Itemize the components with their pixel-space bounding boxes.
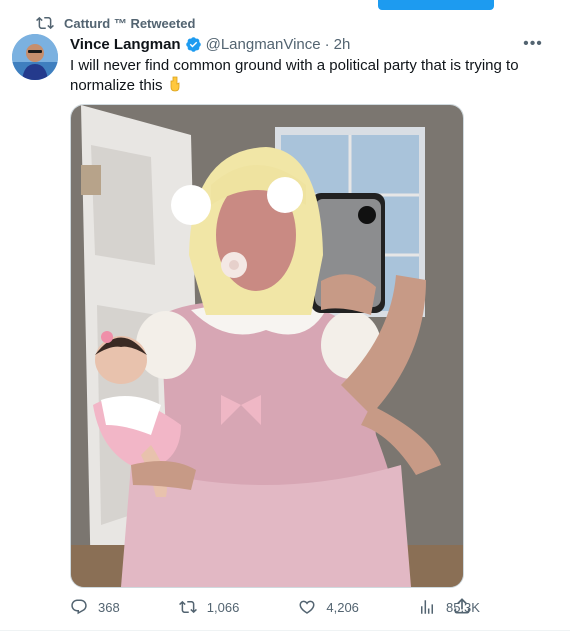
tweet-text: I will never find common ground with a p… xyxy=(70,56,540,96)
retweet-banner-text: Catturd ™ Retweeted xyxy=(64,15,196,31)
reply-button[interactable]: 368 xyxy=(70,598,120,616)
retweet-count: 1,066 xyxy=(206,599,240,615)
retweet-icon xyxy=(36,16,54,30)
author-name[interactable]: Vince Langman xyxy=(70,36,181,53)
divider xyxy=(0,630,570,631)
like-count: 4,206 xyxy=(326,599,359,615)
tweet-header: Vince Langman @LangmanVince · 2h xyxy=(70,34,530,54)
tweet-actions: 368 1,066 4,206 85.3K xyxy=(70,594,480,620)
avatar[interactable] xyxy=(12,34,58,80)
reply-icon xyxy=(71,599,87,615)
retweet-banner[interactable]: Catturd ™ Retweeted xyxy=(36,14,195,32)
more-icon[interactable]: ••• xyxy=(520,34,546,54)
heart-icon xyxy=(299,600,315,614)
tweet-media-photo[interactable] xyxy=(70,104,464,588)
retweet-button[interactable]: 1,066 xyxy=(178,598,240,616)
tweet-body: I will never find common ground with a p… xyxy=(70,57,519,94)
photo-illustration xyxy=(71,105,463,587)
separator-dot: · xyxy=(324,35,330,53)
share-icon[interactable] xyxy=(452,596,472,616)
pointing-down-emoji-icon xyxy=(167,76,183,92)
avatar-image xyxy=(12,34,58,80)
views-icon xyxy=(420,600,433,614)
retweet-icon xyxy=(178,600,197,614)
verified-badge-icon xyxy=(185,36,201,52)
author-handle[interactable]: @LangmanVince xyxy=(206,36,321,53)
timestamp[interactable]: 2h xyxy=(334,36,351,53)
reply-count: 368 xyxy=(98,599,120,615)
like-button[interactable]: 4,206 xyxy=(298,598,359,616)
top-accent-bar xyxy=(378,0,494,10)
